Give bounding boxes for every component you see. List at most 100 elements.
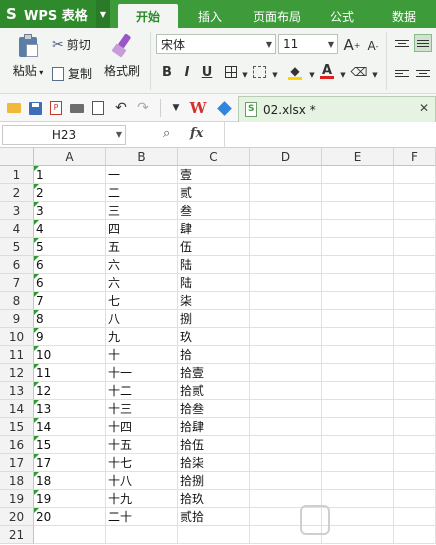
cell-a20[interactable]: 20 [34,508,106,526]
cell-b12[interactable]: 十一 [106,364,178,382]
cell-f8[interactable] [394,292,436,310]
font-name-select[interactable]: 宋体 ▼ [156,34,276,54]
tab-data[interactable]: 数据 [382,4,426,28]
export-pdf-icon[interactable]: P [48,100,64,116]
cell-b13[interactable]: 十二 [106,382,178,400]
cell-b17[interactable]: 十七 [106,454,178,472]
cell-c18[interactable]: 拾捌 [178,472,250,490]
cell-f17[interactable] [394,454,436,472]
cell-e5[interactable] [322,238,394,256]
cell-e2[interactable] [322,184,394,202]
cell-a7[interactable]: 6 [34,274,106,292]
chevron-down-icon[interactable]: ▼ [266,66,284,84]
cell-d18[interactable] [250,472,322,490]
cell-d3[interactable] [250,202,322,220]
column-header-b[interactable]: B [106,148,178,166]
cell-a12[interactable]: 11 [34,364,106,382]
row-header[interactable]: 8 [0,292,34,310]
cell-a19[interactable]: 19 [34,490,106,508]
row-header[interactable]: 1 [0,166,34,184]
fill-color-button[interactable]: ◆ [286,62,304,80]
cell-c3[interactable]: 叁 [178,202,250,220]
cell-d7[interactable] [250,274,322,292]
paste-button[interactable]: 粘贴 ▾ [6,34,50,79]
cell-b20[interactable]: 二十 [106,508,178,526]
grow-font-button[interactable]: A + [343,36,361,54]
cell-a4[interactable]: 4 [34,220,106,238]
align-left-button[interactable] [393,64,411,82]
cell-e3[interactable] [322,202,394,220]
cell-a3[interactable]: 3 [34,202,106,220]
cell-f13[interactable] [394,382,436,400]
cell-f18[interactable] [394,472,436,490]
cell-e4[interactable] [322,220,394,238]
cell-e8[interactable] [322,292,394,310]
cell-a18[interactable]: 18 [34,472,106,490]
row-header[interactable]: 16 [0,436,34,454]
zoom-lookup-icon[interactable]: ⌕ [163,126,170,141]
cell-d17[interactable] [250,454,322,472]
cell-c14[interactable]: 拾叁 [178,400,250,418]
row-header[interactable]: 5 [0,238,34,256]
cell-f16[interactable] [394,436,436,454]
row-header[interactable]: 7 [0,274,34,292]
cell-c8[interactable]: 柒 [178,292,250,310]
cell-f7[interactable] [394,274,436,292]
tab-page-layout[interactable]: 页面布局 [244,4,310,28]
cell-a8[interactable]: 7 [34,292,106,310]
cell-e7[interactable] [322,274,394,292]
cut-button[interactable]: ✂ 剪切 [52,36,91,53]
cell-a9[interactable]: 8 [34,310,106,328]
cell-a1[interactable]: 1 [34,166,106,184]
cell-b11[interactable]: 十 [106,346,178,364]
cell-e9[interactable] [322,310,394,328]
cell-c2[interactable]: 贰 [178,184,250,202]
cell-c4[interactable]: 肆 [178,220,250,238]
cell-c6[interactable]: 陆 [178,256,250,274]
cell-b10[interactable]: 九 [106,328,178,346]
row-header[interactable]: 6 [0,256,34,274]
cell-c16[interactable]: 拾伍 [178,436,250,454]
app-menu-dropdown-icon[interactable]: ▼ [96,0,110,28]
align-top-button[interactable] [393,34,411,52]
cell-b9[interactable]: 八 [106,310,178,328]
cell-e6[interactable] [322,256,394,274]
cell-c12[interactable]: 拾壹 [178,364,250,382]
underline-button[interactable]: U [198,63,216,81]
cloud-cube-icon[interactable] [216,100,232,116]
row-header[interactable]: 19 [0,490,34,508]
column-header-e[interactable]: E [322,148,394,166]
wps-office-icon[interactable]: W [190,99,207,117]
cell-a17[interactable]: 17 [34,454,106,472]
row-header[interactable]: 4 [0,220,34,238]
undo-icon[interactable]: ↶ [113,100,129,116]
tab-insert[interactable]: 插入 [188,4,232,28]
cell-d11[interactable] [250,346,322,364]
cell-e15[interactable] [322,418,394,436]
align-middle-button[interactable] [414,34,432,52]
row-header[interactable]: 11 [0,346,34,364]
close-icon[interactable]: ✕ [419,101,429,115]
cell-c10[interactable]: 玖 [178,328,250,346]
select-all-corner[interactable] [0,148,34,166]
bold-button[interactable]: B [158,63,176,81]
cell-a5[interactable]: 5 [34,238,106,256]
cell-b16[interactable]: 十五 [106,436,178,454]
cell-a21[interactable] [34,526,106,544]
cell-b8[interactable]: 七 [106,292,178,310]
cell-d13[interactable] [250,382,322,400]
align-center-button[interactable] [414,64,432,82]
cell-c7[interactable]: 陆 [178,274,250,292]
cell-b19[interactable]: 十九 [106,490,178,508]
row-header[interactable]: 2 [0,184,34,202]
cell-b4[interactable]: 四 [106,220,178,238]
row-header[interactable]: 18 [0,472,34,490]
column-header-f[interactable]: F [394,148,436,166]
cell-c11[interactable]: 拾 [178,346,250,364]
name-box[interactable]: H23 ▼ [2,125,126,145]
cell-b15[interactable]: 十四 [106,418,178,436]
cell-f15[interactable] [394,418,436,436]
cell-f12[interactable] [394,364,436,382]
cell-a6[interactable]: 6 [34,256,106,274]
cell-e10[interactable] [322,328,394,346]
